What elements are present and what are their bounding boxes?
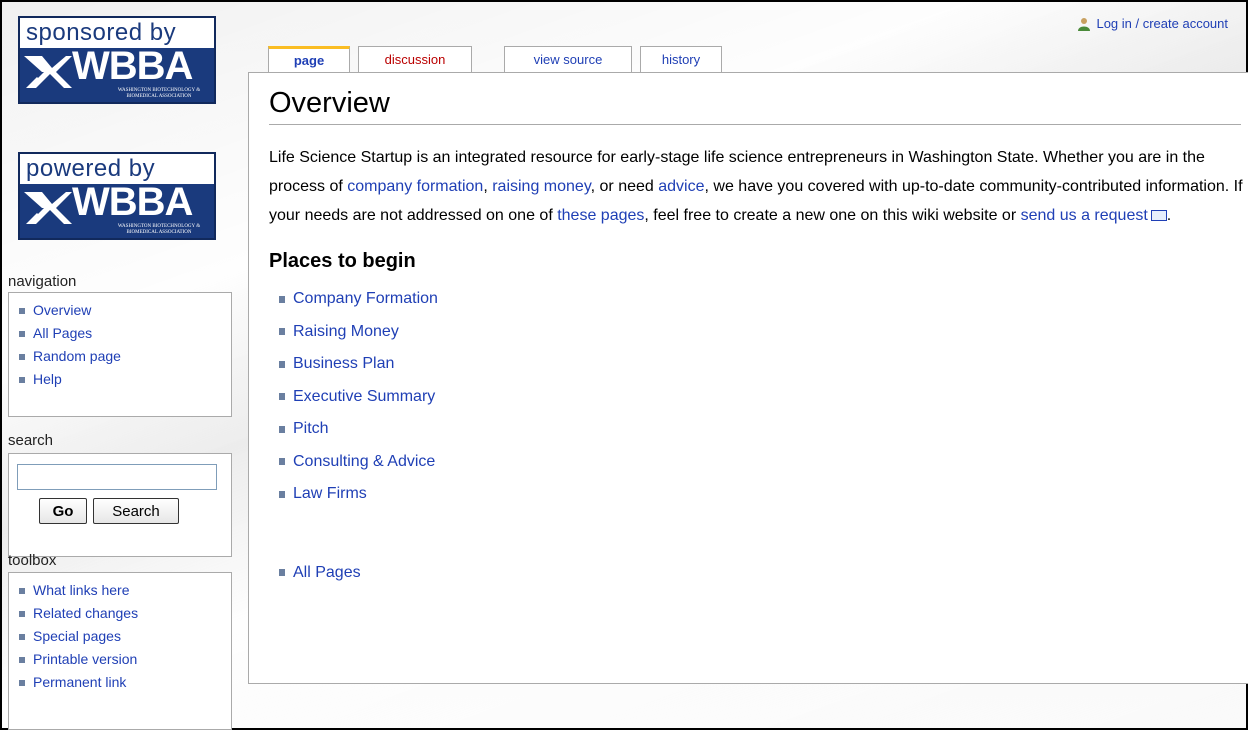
list-item[interactable]: Business Plan xyxy=(279,348,1237,381)
list-item[interactable]: Pitch xyxy=(279,413,1237,446)
toolbox-item-what-links-here[interactable]: What links here xyxy=(19,579,221,602)
nav-item-random-page[interactable]: Random page xyxy=(19,345,221,368)
intro-text: , or need xyxy=(590,178,659,195)
bullet-icon xyxy=(19,633,25,640)
sponsored-logo[interactable]: sponsored by WBBA WASHINGTON BIOTECHNOLO… xyxy=(18,16,216,104)
toolbox-title: toolbox xyxy=(8,552,57,569)
list-item[interactable]: Consulting & Advice xyxy=(279,446,1237,479)
place-link-law-firms[interactable]: Law Firms xyxy=(293,478,367,511)
logo-wbba-text: WBBA xyxy=(72,180,193,224)
toolbox-item-special-pages[interactable]: Special pages xyxy=(19,625,221,648)
list-item[interactable]: Raising Money xyxy=(279,316,1237,349)
place-link-company-formation[interactable]: Company Formation xyxy=(293,283,438,316)
bullet-icon xyxy=(279,569,285,577)
logo-subtitle: WASHINGTON BIOTECHNOLOGY & BIOMEDICAL AS… xyxy=(117,224,201,235)
bullet-icon xyxy=(279,328,285,336)
tab-history[interactable]: history xyxy=(640,46,722,73)
nav-item-help[interactable]: Help xyxy=(19,368,221,391)
company-formation-link[interactable]: company formation xyxy=(347,178,483,195)
intro-text: , feel free to create a new one on this … xyxy=(644,207,1021,224)
search-input[interactable] xyxy=(17,464,217,490)
toolbox-item-printable-version[interactable]: Printable version xyxy=(19,648,221,671)
logo-wbba-text: WBBA xyxy=(72,44,193,88)
bullet-icon xyxy=(19,610,25,617)
intro-text: , xyxy=(483,178,493,195)
nav-link[interactable]: Help xyxy=(33,368,62,391)
bullet-icon xyxy=(279,295,285,303)
list-item[interactable]: Law Firms xyxy=(279,478,1237,511)
nav-link[interactable]: Overview xyxy=(33,299,91,322)
bullet-icon xyxy=(279,425,285,433)
nav-link[interactable]: Random page xyxy=(33,345,121,368)
bullet-icon xyxy=(19,656,25,663)
place-link-consulting-advice[interactable]: Consulting & Advice xyxy=(293,446,435,479)
search-button[interactable]: Search xyxy=(93,498,179,524)
list-item[interactable]: All Pages xyxy=(279,557,1237,590)
search-title: search xyxy=(8,432,54,449)
toolbox-link[interactable]: Special pages xyxy=(33,625,121,648)
all-pages-list: All Pages xyxy=(269,557,1237,590)
bullet-icon xyxy=(19,376,25,383)
bullet-icon xyxy=(19,587,25,594)
page-title: Overview xyxy=(269,87,1241,125)
toolbox-portlet: What links here Related changes Special … xyxy=(8,572,232,730)
wbba-mark-icon xyxy=(24,192,72,224)
toolbox-link[interactable]: What links here xyxy=(33,579,129,602)
bullet-icon xyxy=(19,330,25,337)
powered-logo[interactable]: powered by WBBA WASHINGTON BIOTECHNOLOGY… xyxy=(18,152,216,240)
all-pages-link[interactable]: All Pages xyxy=(293,557,361,590)
these-pages-link[interactable]: these pages xyxy=(557,207,644,224)
places-heading: Places to begin xyxy=(269,250,416,272)
place-link-raising-money[interactable]: Raising Money xyxy=(293,316,399,349)
nav-item-all-pages[interactable]: All Pages xyxy=(19,322,221,345)
content-area: Overview Life Science Startup is an inte… xyxy=(248,72,1248,684)
advice-link[interactable]: advice xyxy=(658,178,704,195)
user-icon xyxy=(1078,17,1091,31)
place-link-business-plan[interactable]: Business Plan xyxy=(293,348,394,381)
wbba-mark-icon xyxy=(24,56,72,88)
tab-view-source[interactable]: view source xyxy=(504,46,632,73)
bullet-icon xyxy=(279,360,285,368)
login-link[interactable]: Log in / create account xyxy=(1096,16,1228,31)
search-portlet: Go Search xyxy=(8,453,232,557)
list-item[interactable]: Executive Summary xyxy=(279,381,1237,414)
toolbox-item-permanent-link[interactable]: Permanent link xyxy=(19,671,221,694)
tab-page[interactable]: page xyxy=(268,46,350,73)
place-link-pitch[interactable]: Pitch xyxy=(293,413,329,446)
bullet-icon xyxy=(19,679,25,686)
bullet-icon xyxy=(279,458,285,466)
toolbox-item-related-changes[interactable]: Related changes xyxy=(19,602,221,625)
raising-money-link[interactable]: raising money xyxy=(492,178,590,195)
mail-icon xyxy=(1150,210,1167,222)
nav-item-overview[interactable]: Overview xyxy=(19,299,221,322)
tab-discussion[interactable]: discussion xyxy=(358,46,472,73)
bullet-icon xyxy=(19,307,25,314)
navigation-title: navigation xyxy=(8,273,77,290)
toolbox-link[interactable]: Permanent link xyxy=(33,671,126,694)
bullet-icon xyxy=(279,393,285,401)
list-item[interactable]: Company Formation xyxy=(279,283,1237,316)
places-list: Company Formation Raising Money Business… xyxy=(269,283,1237,511)
navigation-portlet: Overview All Pages Random page Help xyxy=(8,292,232,417)
send-request-link[interactable]: send us a request xyxy=(1021,207,1148,224)
intro-paragraph: Life Science Startup is an integrated re… xyxy=(269,143,1248,230)
toolbox-link[interactable]: Related changes xyxy=(33,602,138,625)
place-link-executive-summary[interactable]: Executive Summary xyxy=(293,381,435,414)
bullet-icon xyxy=(279,490,285,498)
toolbox-link[interactable]: Printable version xyxy=(33,648,137,671)
nav-link[interactable]: All Pages xyxy=(33,322,92,345)
go-button[interactable]: Go xyxy=(39,498,87,524)
bullet-icon xyxy=(19,353,25,360)
intro-text: . xyxy=(1166,207,1172,224)
personal-bar: Log in / create account xyxy=(1077,16,1228,31)
logo-subtitle: WASHINGTON BIOTECHNOLOGY & BIOMEDICAL AS… xyxy=(117,88,201,99)
